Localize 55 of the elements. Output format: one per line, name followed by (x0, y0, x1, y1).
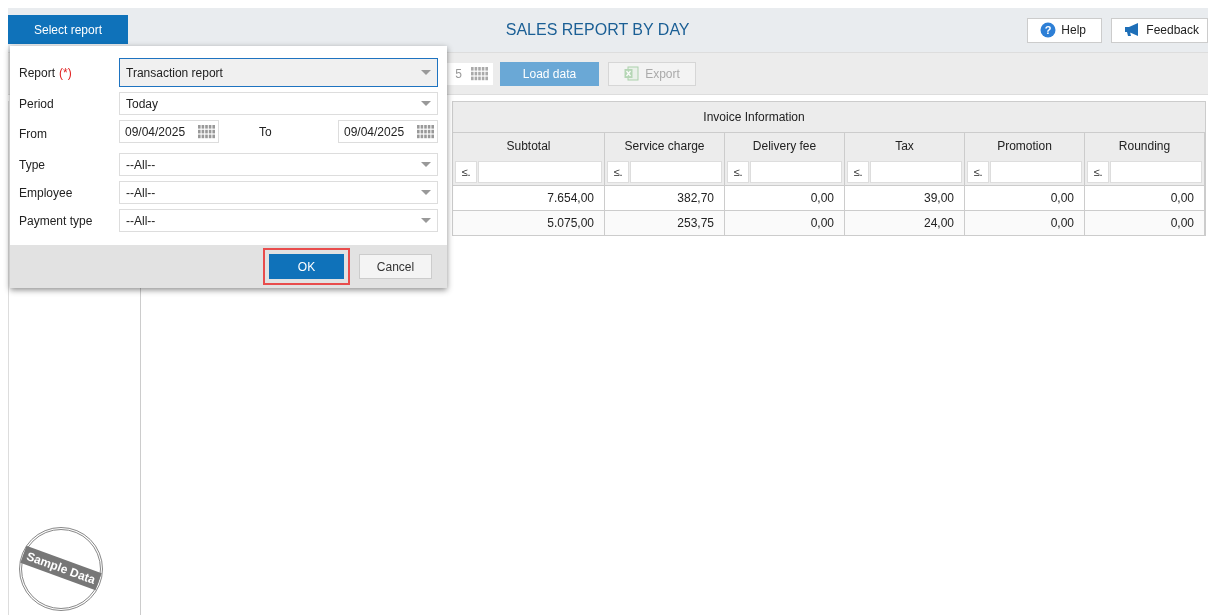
caret-icon (421, 217, 431, 224)
dropdown-field[interactable]: Today (119, 92, 438, 115)
caret-icon (421, 100, 431, 107)
caret-icon (421, 161, 431, 168)
table-cell: 0,00 (965, 211, 1085, 236)
column-header[interactable]: Delivery fee (725, 133, 845, 159)
feedback-button[interactable]: Feedback (1111, 17, 1208, 43)
column-header[interactable]: Rounding (1085, 133, 1205, 159)
calendar-icon (471, 66, 489, 81)
calendar-icon (198, 124, 216, 139)
column-header[interactable]: Subtotal (453, 133, 605, 159)
dropdown-field[interactable]: Transaction report (119, 58, 438, 87)
filter-input[interactable] (750, 161, 842, 183)
dropdown-field[interactable]: --All-- (119, 209, 438, 232)
filter-operator[interactable]: ≤. (847, 161, 869, 183)
field-label: Report (*) (19, 64, 73, 82)
help-icon: ? (1040, 22, 1057, 38)
field-label: Type (19, 156, 46, 174)
column-header[interactable]: Tax (845, 133, 965, 159)
filter-input[interactable] (990, 161, 1082, 183)
cancel-button[interactable]: Cancel (359, 254, 432, 279)
date-field[interactable]: 09/04/2025 (119, 120, 219, 143)
filter-operator[interactable]: ≤. (1087, 161, 1109, 183)
calendar-icon (417, 124, 435, 139)
help-button[interactable]: ? Help (1027, 17, 1103, 43)
filter-operator[interactable]: ≤. (727, 161, 749, 183)
column-header[interactable]: Promotion (965, 133, 1085, 159)
ok-button[interactable]: OK (269, 254, 344, 279)
spreadsheet-icon (624, 66, 640, 81)
filter-input[interactable] (478, 161, 602, 183)
field-label: To (259, 124, 272, 139)
caret-icon (421, 189, 431, 196)
date-field[interactable]: 09/04/2025 (338, 120, 438, 143)
select-report-button[interactable]: Select report (8, 15, 128, 44)
field-label: Employee (19, 184, 74, 202)
filter-input[interactable] (630, 161, 722, 183)
table-cell: 0,00 (1085, 211, 1205, 236)
field-label: Payment type (19, 212, 94, 230)
field-label: From (19, 126, 48, 143)
column-group-header: Invoice Information (453, 102, 1205, 133)
table-cell: 0,00 (725, 211, 845, 236)
page-title: SALES REPORT BY DAY (505, 21, 690, 39)
column-header[interactable]: Service charge (605, 133, 725, 159)
field-label: Period (19, 95, 55, 113)
table-cell: 253,75 (605, 211, 725, 236)
table-cell: 5.075,00 (453, 211, 605, 236)
dropdown-field[interactable]: --All-- (119, 181, 438, 204)
dropdown-field[interactable]: --All-- (119, 153, 438, 176)
caret-icon (421, 69, 431, 76)
filter-operator[interactable]: ≤. (967, 161, 989, 183)
table-cell: 24,00 (845, 211, 965, 236)
filter-operator[interactable]: ≤. (607, 161, 629, 183)
filter-input[interactable] (1110, 161, 1202, 183)
filter-input[interactable] (870, 161, 962, 183)
filter-operator[interactable]: ≤. (455, 161, 477, 183)
